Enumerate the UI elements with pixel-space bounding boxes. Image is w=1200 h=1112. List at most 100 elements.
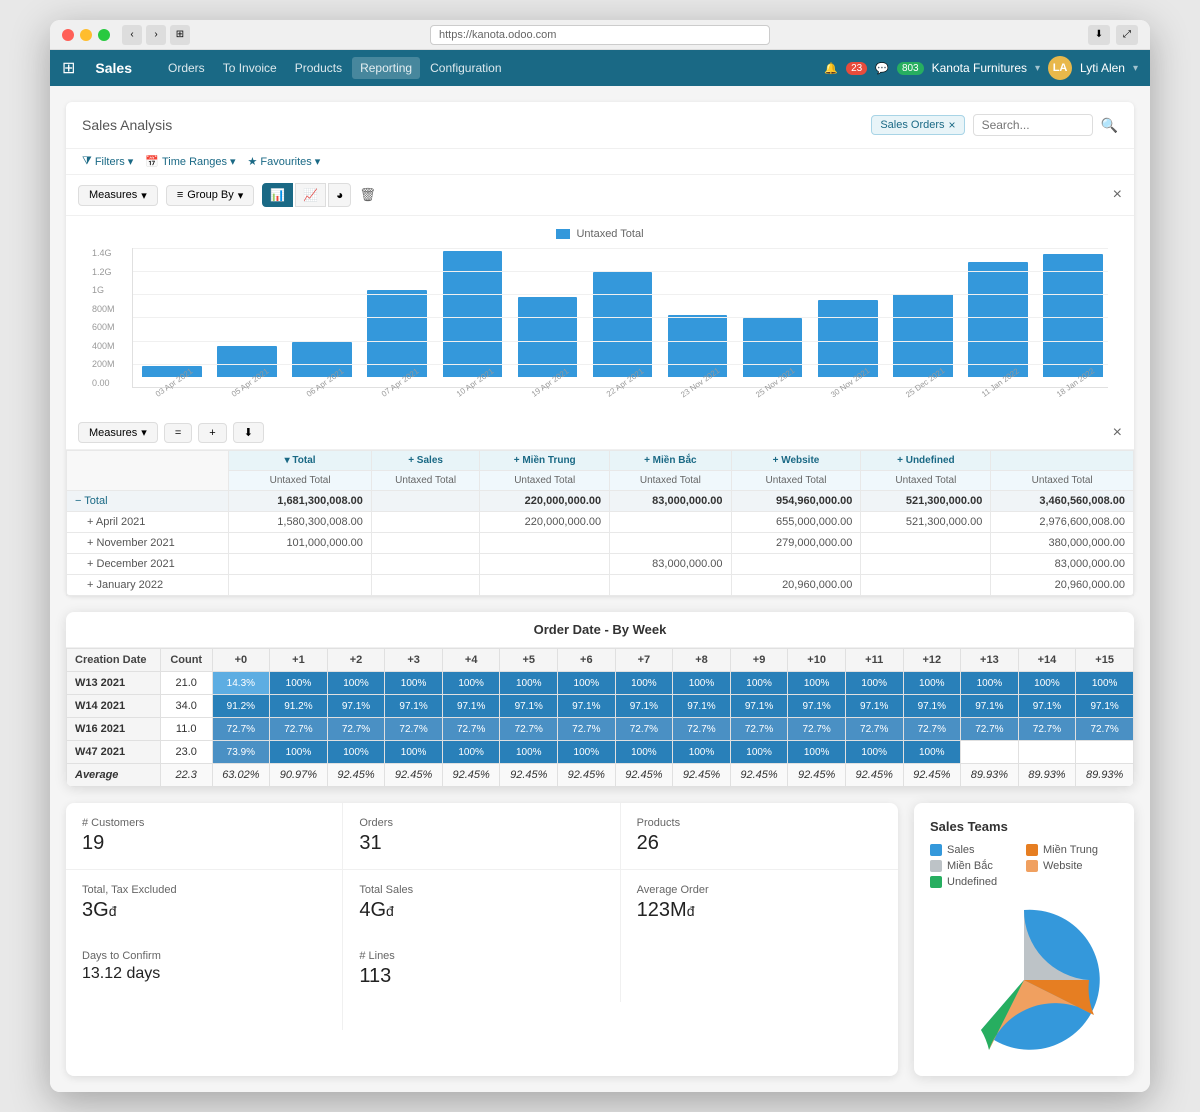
layout-button[interactable]: ⊞ [170,25,190,45]
user-dropdown-icon: ▾ [1133,63,1138,74]
pivot-row-december: + December 2021 83,000,000.00 83,000,000… [67,554,1134,575]
cohort-avg-2: 92.45% [327,764,385,787]
kpi-orders-label: Orders [359,817,603,829]
mac-action-buttons: ⬇ ⤢ [1088,25,1138,45]
download-button[interactable]: ⬇ [1088,25,1110,45]
cohort-w13-13: 100% [961,672,1019,695]
avatar[interactable]: LA [1048,56,1072,80]
legend-label-undefined: Undefined [947,876,997,888]
nav-orders[interactable]: Orders [160,57,213,79]
cohort-w47-period: W47 2021 [67,741,161,764]
fullscreen-button[interactable]: ⤢ [1116,25,1138,45]
pivot-november-website: 279,000,000.00 [731,533,861,554]
pivot-add-button[interactable]: + [198,423,226,443]
kpi-empty [621,936,898,1002]
favourites-button[interactable]: ★ Favourites ▾ [248,155,321,168]
kpi-total-tax-value: 3Gđ [82,899,326,922]
time-ranges-button[interactable]: 📅 Time Ranges ▾ [145,155,235,168]
pivot-january-expand: + [87,579,93,591]
pivot-equals-button[interactable]: = [164,423,192,443]
search-tag-remove[interactable]: × [949,118,956,132]
nav-to-invoice[interactable]: To Invoice [215,57,285,79]
cohort-avg-1: 90.97% [270,764,328,787]
group-by-button[interactable]: ≡ Group By ▾ [166,185,254,206]
pivot-april-total: 1,580,300,008.00 [229,512,372,533]
pivot-january-label[interactable]: + January 2022 [67,575,229,596]
kpi-avg-order-label: Average Order [637,884,882,896]
bar-10 [893,294,953,377]
pivot-sub-grand: Untaxed Total [991,471,1134,491]
nav-configuration[interactable]: Configuration [422,57,509,79]
cohort-w16-12: 72.7% [903,718,961,741]
pivot-row-november: + November 2021 101,000,000.00 279,000,0… [67,533,1134,554]
pivot-total-row: − Total 1,681,300,008.00 220,000,000.00 … [67,491,1134,512]
pivot-sales-expand[interactable]: + Sales [408,455,443,466]
kpi-customers: # Customers 19 [66,803,343,870]
pivot-november-label[interactable]: + November 2021 [67,533,229,554]
pivot-sales-value [371,491,479,512]
cohort-w47-11: 100% [845,741,903,764]
kpi-total-sales-label: Total Sales [359,884,603,896]
header-right-section: 🔔 23 💬 803 Kanota Furnitures ▾ LA Lyti A… [824,56,1138,80]
pivot-december-label[interactable]: + December 2021 [67,554,229,575]
pivot-sub-website: Untaxed Total [731,471,861,491]
cohort-w14-6: 97.1% [558,695,616,718]
search-button[interactable]: 🔍 [1101,117,1118,134]
line-chart-button[interactable]: 📈 [295,183,326,207]
pivot-april-expand: + [87,516,93,528]
chart-legend-label: Untaxed Total [576,228,643,240]
pivot-december-website [731,554,861,575]
forward-button[interactable]: › [146,25,166,45]
mac-minimize-button[interactable] [80,29,92,41]
pivot-row-total-label[interactable]: − Total [67,491,229,512]
group-by-icon: ≡ [177,189,183,201]
pivot-mien-trung-expand[interactable]: + Miền Trung [514,455,576,466]
pivot-toolbar-left: Measures ▾ = + ⬇ [78,422,264,443]
legend-mien-trung: Miền Trung [1026,844,1118,856]
pivot-undefined-expand[interactable]: + Undefined [897,455,955,466]
close-pivot-button[interactable]: × [1113,424,1122,442]
search-tag: Sales Orders × [871,115,964,135]
pivot-april-label[interactable]: + April 2021 [67,512,229,533]
back-button[interactable]: ‹ [122,25,142,45]
url-text: https://kanota.odoo.com [439,29,556,41]
cohort-w14-13: 97.1% [961,695,1019,718]
mac-maximize-button[interactable] [98,29,110,41]
clear-chart-button[interactable]: 🗑 [359,187,376,203]
pivot-april-mien-bac [610,512,731,533]
cohort-table: Creation Date Count +0 +1 +2 +3 +4 +5 +6… [66,648,1134,787]
kpi-total-tax-label: Total, Tax Excluded [82,884,326,896]
pivot-december-mien-bac: 83,000,000.00 [610,554,731,575]
measures-button[interactable]: Measures ▾ [78,185,158,206]
legend-sales: Sales [930,844,1022,856]
pivot-december-expand: + [87,558,93,570]
filters-button[interactable]: ⧩ Filters ▾ [82,155,133,168]
close-chart-button[interactable]: × [1113,186,1122,204]
cohort-row-w47: W47 2021 23.0 73.9% 100% 100% 100% 100% … [67,741,1134,764]
pie-chart-button[interactable]: ◕ [328,183,351,207]
search-input[interactable] [973,114,1093,136]
pivot-website-expand[interactable]: + Website [773,455,820,466]
pivot-measures-button[interactable]: Measures ▾ [78,422,158,443]
cohort-th-10: +10 [788,649,846,672]
pivot-download-button[interactable]: ⬇ [233,422,264,443]
cohort-w16-13: 72.7% [961,718,1019,741]
cohort-row-w13: W13 2021 21.0 14.3% 100% 100% 100% 100% … [67,672,1134,695]
legend-label-mien-bac: Miền Bắc [947,860,993,872]
pivot-total-expand[interactable]: ▾ Total [285,455,316,466]
bar-chart-button[interactable]: 📊 [262,183,293,207]
legend-dot-mien-bac [930,860,942,872]
bar-11 [968,262,1028,377]
cohort-th-12: +12 [903,649,961,672]
mac-close-button[interactable] [62,29,74,41]
nav-products[interactable]: Products [287,57,350,79]
pie-chart [930,900,1118,1060]
nav-reporting[interactable]: Reporting [352,57,420,79]
pivot-mien-bac-expand[interactable]: + Miền Bắc [644,455,697,466]
url-bar[interactable]: https://kanota.odoo.com [430,25,770,45]
cohort-w13-period: W13 2021 [67,672,161,695]
kpi-avg-order: Average Order 123Mđ [621,870,898,936]
legend-dot-website [1026,860,1038,872]
cohort-w14-10: 97.1% [788,695,846,718]
kpi-avg-currency: đ [687,903,695,919]
